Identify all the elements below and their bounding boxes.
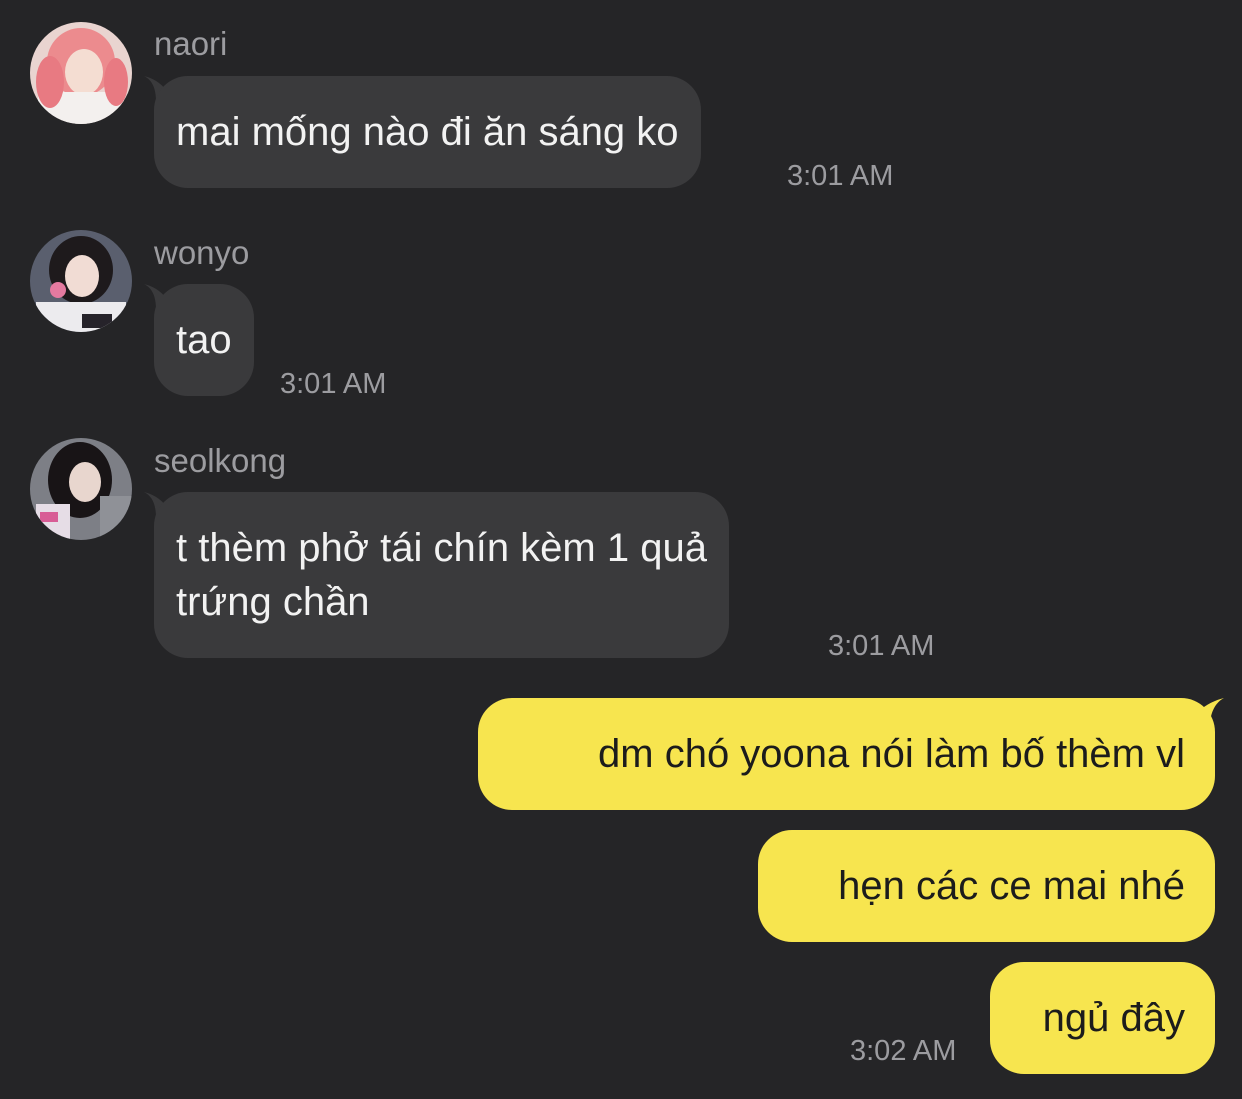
outgoing-message-bubble[interactable]: hẹn các ce mai nhé: [758, 830, 1215, 942]
message-timestamp: 3:01 AM: [280, 368, 387, 400]
message-timestamp: 3:02 AM: [850, 1035, 957, 1067]
message-bubble[interactable]: mai mống nào đi ăn sáng ko: [154, 76, 701, 188]
avatar-seolkong-icon[interactable]: [30, 438, 132, 540]
message-bubble[interactable]: tao: [154, 284, 254, 396]
outgoing-message-bubble[interactable]: dm chó yoona nói làm bố thèm vl: [478, 698, 1215, 810]
sender-name: naori: [154, 25, 228, 62]
chat-thread: naori mai mống nào đi ăn sáng ko 3:01 AM…: [0, 0, 1242, 1099]
outgoing-message-bubble[interactable]: ngủ đây: [990, 962, 1215, 1074]
sender-name: seolkong: [154, 442, 287, 479]
message-bubble[interactable]: t thèm phở tái chín kèm 1 quả trứng chần: [154, 492, 729, 658]
message-timestamp: 3:01 AM: [787, 160, 894, 192]
sender-name: wonyo: [154, 234, 250, 271]
avatar-naori-icon[interactable]: [30, 22, 132, 124]
message-timestamp: 3:01 AM: [828, 630, 935, 662]
avatar-wonyo-icon[interactable]: [30, 230, 132, 332]
